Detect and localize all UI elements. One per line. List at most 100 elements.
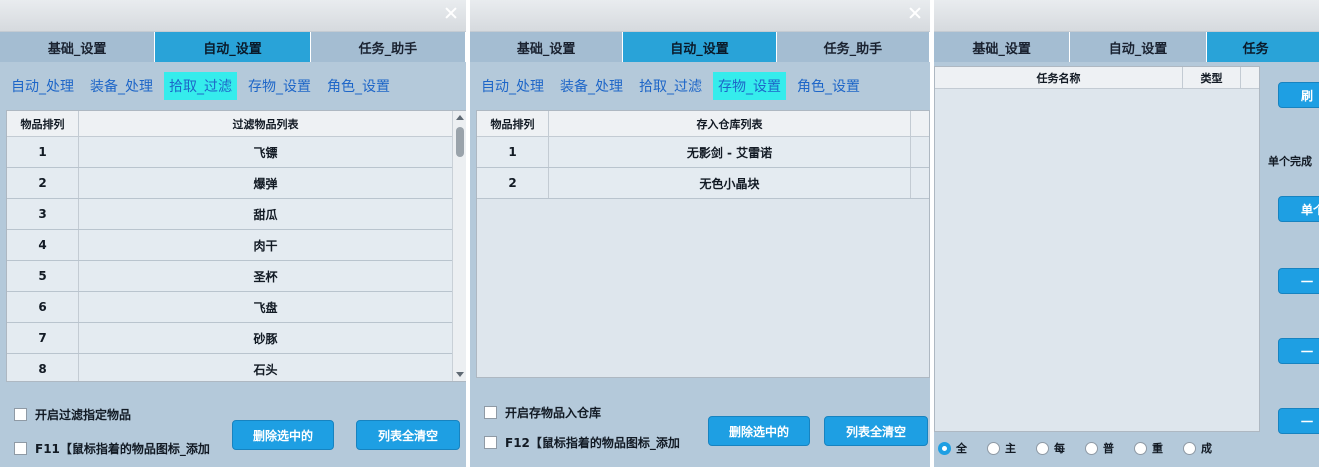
row-index: 8 <box>7 354 79 381</box>
table-row[interactable]: 2 无色小晶块 <box>477 168 929 199</box>
top-tabs: 基础_设置 自动_设置 任务 <box>934 32 1319 62</box>
row-item-name: 肉干 <box>79 230 453 260</box>
tab-task-assistant[interactable]: 任务_助手 <box>777 32 930 62</box>
row-index: 1 <box>7 137 79 167</box>
delete-selected-button[interactable]: 删除选中的 <box>232 420 334 450</box>
radio-label: 全 <box>956 442 967 455</box>
radio-all[interactable]: 全 <box>938 440 967 456</box>
row-index: 5 <box>7 261 79 291</box>
close-icon[interactable] <box>908 6 922 20</box>
col-header-index: 物品排列 <box>7 111 79 136</box>
tab-auto-settings[interactable]: 自动_设置 <box>1070 32 1207 62</box>
checkbox-box[interactable] <box>484 406 497 419</box>
delete-selected-button[interactable]: 删除选中的 <box>708 416 810 446</box>
tab-task-assistant[interactable]: 任务_助手 <box>311 32 466 62</box>
tab-basic-settings[interactable]: 基础_设置 <box>470 32 624 62</box>
radio-main[interactable]: 主 <box>987 440 1016 456</box>
row-item-name: 甜瓜 <box>79 199 453 229</box>
tab-auto-settings[interactable]: 自动_设置 <box>623 32 777 62</box>
subtab-pickup-filter[interactable]: 拾取_过滤 <box>634 72 707 100</box>
enable-storage-checkbox[interactable]: 开启存物品入仓库 <box>484 404 601 421</box>
clear-list-button[interactable]: 列表全清空 <box>356 420 460 450</box>
title-bar <box>934 0 1319 32</box>
radio-dot[interactable] <box>1036 441 1049 455</box>
table-row[interactable]: 3 甜瓜 <box>7 199 466 230</box>
table-row[interactable]: 6 飞盘 <box>7 292 466 323</box>
table-header: 物品排列 存入仓库列表 <box>477 111 929 137</box>
tab-basic-settings[interactable]: 基础_设置 <box>0 32 156 62</box>
single-button[interactable]: 单个 <box>1278 196 1319 222</box>
one-click-button-2[interactable]: 一 <box>1278 338 1319 364</box>
radio-daily[interactable]: 每 <box>1036 440 1065 456</box>
radio-label: 普 <box>1103 442 1114 455</box>
radio-dot[interactable] <box>938 441 951 455</box>
table-row[interactable]: 2 爆弹 <box>7 168 466 199</box>
table-row[interactable]: 1 无影剑 - 艾雷诺 <box>477 137 929 168</box>
radio-dot[interactable] <box>1134 441 1147 455</box>
f11-add-checkbox[interactable]: F11【鼠标指着的物品图标_添加 <box>14 440 210 457</box>
checkbox-box[interactable] <box>14 408 27 421</box>
col-header-items: 过滤物品列表 <box>79 111 453 136</box>
scroll-thumb[interactable] <box>456 127 464 157</box>
one-click-button-3[interactable]: 一 <box>1278 408 1319 434</box>
subtab-pickup-filter[interactable]: 拾取_过滤 <box>164 72 237 100</box>
subtab-storage-settings[interactable]: 存物_设置 <box>713 72 786 100</box>
radio-label: 每 <box>1054 442 1065 455</box>
clear-list-button[interactable]: 列表全清空 <box>824 416 928 446</box>
vertical-scrollbar[interactable] <box>452 111 466 381</box>
radio-normal[interactable]: 普 <box>1085 440 1114 456</box>
top-tabs: 基础_设置 自动_设置 任务_助手 <box>0 32 466 62</box>
subtab-equip-process[interactable]: 装备_处理 <box>555 72 628 100</box>
storage-items-table: 物品排列 存入仓库列表 1 无影剑 - 艾雷诺 2 无色小晶块 <box>476 110 930 378</box>
row-item-name: 无影剑 - 艾雷诺 <box>549 137 911 167</box>
top-tabs: 基础_设置 自动_设置 任务_助手 <box>470 32 930 62</box>
radio-dot[interactable] <box>1183 441 1196 455</box>
task-filter-radios: 全 主 每 普 重 成 <box>938 440 1212 456</box>
enable-filter-checkbox[interactable]: 开启过滤指定物品 <box>14 406 131 423</box>
refresh-button[interactable]: 刷 <box>1278 82 1319 108</box>
subtab-character-settings[interactable]: 角色_设置 <box>322 72 395 100</box>
one-click-button-1[interactable]: 一 <box>1278 268 1319 294</box>
subtab-storage-settings[interactable]: 存物_设置 <box>243 72 316 100</box>
radio-repeat[interactable]: 重 <box>1134 440 1163 456</box>
table-row[interactable]: 8 石头 <box>7 354 466 381</box>
subtab-auto-process[interactable]: 自动_处理 <box>476 72 549 100</box>
radio-achievement[interactable]: 成 <box>1183 440 1212 456</box>
checkbox-box[interactable] <box>484 436 497 449</box>
tab-task-assistant[interactable]: 任务 <box>1206 32 1319 62</box>
subtab-character-settings[interactable]: 角色_设置 <box>792 72 865 100</box>
checkbox-box[interactable] <box>14 442 27 455</box>
row-item-name: 圣杯 <box>79 261 453 291</box>
window-task-assistant: 基础_设置 自动_设置 任务 任务名称 类型 刷 单个完成 单个 一 一 一 全… <box>934 0 1319 467</box>
row-index: 7 <box>7 323 79 353</box>
row-item-name: 飞盘 <box>79 292 453 322</box>
table-row[interactable]: 1 飞镖 <box>7 137 466 168</box>
table-row[interactable]: 5 圣杯 <box>7 261 466 292</box>
tab-basic-settings[interactable]: 基础_设置 <box>934 32 1071 62</box>
row-index: 2 <box>477 168 549 198</box>
checkbox-label: F11【鼠标指着的物品图标_添加 <box>35 442 210 456</box>
tab-auto-settings[interactable]: 自动_设置 <box>155 32 311 62</box>
close-icon[interactable] <box>444 6 458 20</box>
f12-add-checkbox[interactable]: F12【鼠标指着的物品图标_添加 <box>484 434 680 451</box>
radio-dot[interactable] <box>1085 441 1098 455</box>
col-header-items: 存入仓库列表 <box>549 111 911 136</box>
row-index: 2 <box>7 168 79 198</box>
filter-items-table: 物品排列 过滤物品列表 1 飞镖 2 爆弹 3 甜瓜 4 肉干 5 圣杯 6 飞盘 7 砂豚 … <box>6 110 466 382</box>
scroll-up-icon[interactable] <box>456 115 464 120</box>
col-header-task-name: 任务名称 <box>935 67 1183 88</box>
sub-tabs: 自动_处理 装备_处理 拾取_过滤 存物_设置 角色_设置 <box>0 70 466 102</box>
checkbox-label: 开启存物品入仓库 <box>505 406 602 420</box>
radio-dot[interactable] <box>987 441 1000 455</box>
row-item-name: 无色小晶块 <box>549 168 911 198</box>
subtab-equip-process[interactable]: 装备_处理 <box>85 72 158 100</box>
scroll-down-icon[interactable] <box>456 372 464 377</box>
single-complete-label: 单个完成 <box>1268 155 1312 168</box>
radio-label: 重 <box>1152 442 1163 455</box>
table-row[interactable]: 4 肉干 <box>7 230 466 261</box>
table-row[interactable]: 7 砂豚 <box>7 323 466 354</box>
row-item-name: 石头 <box>79 354 453 381</box>
radio-label: 主 <box>1005 442 1016 455</box>
subtab-auto-process[interactable]: 自动_处理 <box>6 72 79 100</box>
task-table: 任务名称 类型 <box>934 66 1260 432</box>
